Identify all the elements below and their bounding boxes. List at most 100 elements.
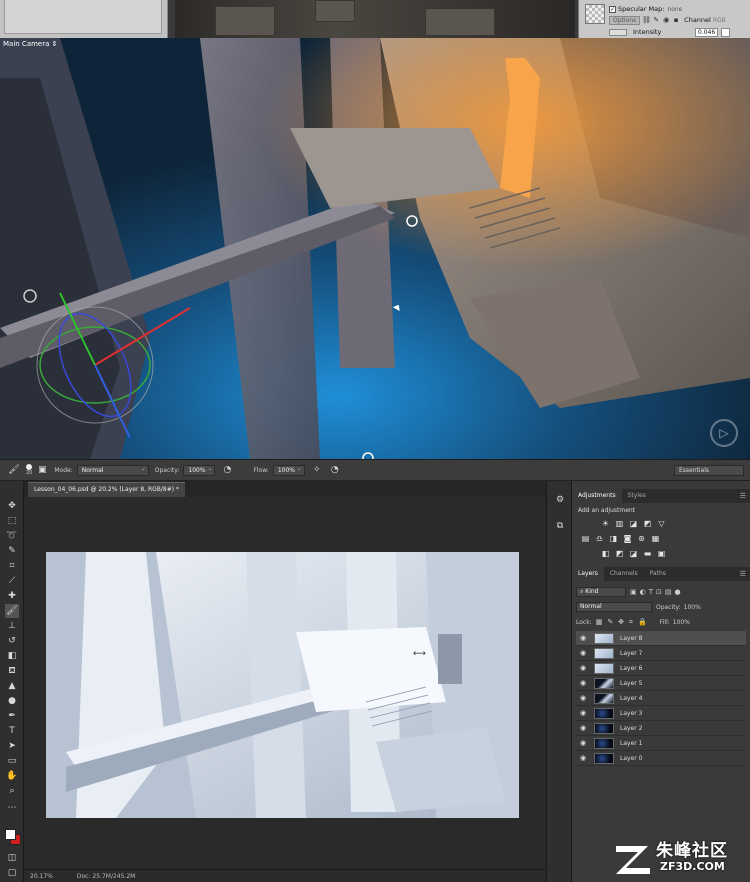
workspace-dropdown[interactable]: Essentials — [674, 465, 744, 476]
history-panel-icon[interactable]: ⧉ — [553, 519, 567, 533]
tab-adjustments[interactable]: Adjustments — [572, 489, 622, 503]
layer-row[interactable]: ◉ Layer 5 — [576, 676, 746, 691]
foreground-color-swatch[interactable] — [5, 829, 16, 840]
document-tab[interactable]: Lesson_04_06.psd @ 20.2% (Layer 8, RGB/8… — [28, 482, 186, 497]
visibility-eye-icon[interactable]: ◉ — [576, 694, 590, 702]
visibility-eye-icon[interactable]: ◉ — [576, 664, 590, 672]
trash-icon[interactable]: ▪ — [672, 16, 680, 24]
airbrush-icon[interactable]: ✧ — [311, 464, 323, 476]
intensity-field[interactable]: 0.046 — [695, 27, 719, 37]
specular-map-thumbnail[interactable] — [585, 4, 605, 24]
properties-panel-icon[interactable]: ⚙ — [553, 493, 567, 507]
options-button[interactable]: Options — [609, 15, 641, 25]
channel-mixer-icon[interactable]: ⊛ — [636, 533, 647, 544]
filter-icons[interactable]: ▣◐T⊡▤● — [630, 588, 684, 596]
black-white-icon[interactable]: ◨ — [608, 533, 619, 544]
quick-mask-icon[interactable]: ◫ — [5, 851, 19, 865]
path-select-icon[interactable]: ➤ — [5, 739, 19, 753]
tab-styles[interactable]: Styles — [622, 489, 652, 503]
visibility-eye-icon[interactable]: ◉ — [576, 709, 590, 717]
pressure-size-icon[interactable]: ◔ — [329, 464, 341, 476]
posterize-icon[interactable]: ◩ — [614, 548, 625, 559]
brightness-icon[interactable]: ☀ — [600, 518, 611, 529]
hand-tool-icon[interactable]: ✋ — [5, 769, 19, 783]
visibility-eye-icon[interactable]: ◉ — [576, 649, 590, 657]
crop-tool-icon[interactable]: ⌗ — [5, 559, 19, 573]
layer-row[interactable]: ◉ Layer 8 — [576, 631, 746, 646]
photo-filter-icon[interactable]: ◙ — [622, 533, 633, 544]
layer-row[interactable]: ◉ Layer 0 — [576, 751, 746, 766]
dodge-tool-icon[interactable]: ● — [5, 694, 19, 708]
zoom-tool-icon[interactable]: ⌕ — [5, 784, 19, 798]
gradient-map-icon[interactable]: ▬ — [642, 548, 653, 559]
document-size[interactable]: Doc: 25.7M/245.2M — [77, 873, 135, 880]
blend-mode-dropdown[interactable]: Normal — [576, 602, 652, 612]
hue-saturation-icon[interactable]: ▤ — [580, 533, 591, 544]
stamp-tool-icon[interactable]: ⊥ — [5, 619, 19, 633]
levels-icon[interactable]: ▥ — [614, 518, 625, 529]
brush-tool-icon[interactable]: 🖌 — [5, 604, 19, 618]
history-brush-icon[interactable]: ↺ — [5, 634, 19, 648]
threshold-icon[interactable]: ◪ — [628, 548, 639, 559]
link-icon[interactable]: ⛓ — [642, 16, 651, 24]
layer-filter-dropdown[interactable]: ⌕ Kind — [576, 587, 626, 597]
layer-row[interactable]: ◉ Layer 1 — [576, 736, 746, 751]
more-tools-icon[interactable]: ⋯ — [5, 801, 19, 815]
curves-icon[interactable]: ◪ — [628, 518, 639, 529]
mode-dropdown[interactable]: Normal — [76, 464, 149, 476]
vibrance-icon[interactable]: ▽ — [656, 518, 667, 529]
tab-layers[interactable]: Layers — [572, 567, 604, 581]
document-canvas[interactable]: ⟷ — [46, 552, 519, 818]
zoom-level[interactable]: 20.17% — [30, 873, 53, 880]
layer-row[interactable]: ◉ Layer 4 — [576, 691, 746, 706]
invert-icon[interactable]: ◧ — [600, 548, 611, 559]
opacity-field[interactable]: 100% — [183, 464, 216, 476]
type-tool-icon[interactable]: T — [5, 724, 19, 738]
move-tool-icon[interactable]: ✥ — [5, 499, 19, 513]
blur-tool-icon[interactable]: ▲ — [5, 679, 19, 693]
eraser-tool-icon[interactable]: ◧ — [5, 649, 19, 663]
channel-value[interactable]: RGB — [713, 17, 726, 24]
eyedropper-tool-icon[interactable]: ⟋ — [5, 574, 19, 588]
document-canvas-area[interactable]: ⟷ — [24, 497, 546, 869]
marquee-tool-icon[interactable]: ⬚ — [5, 514, 19, 528]
eye-icon[interactable]: ◉ — [662, 16, 670, 24]
exposure-icon[interactable]: ◩ — [642, 518, 653, 529]
brush-panel-icon[interactable]: ▣ — [36, 464, 48, 476]
layer-opacity-value[interactable]: 100% — [684, 604, 701, 611]
pencil-icon[interactable]: ✎ — [652, 16, 660, 24]
selective-color-icon[interactable]: ▣ — [656, 548, 667, 559]
scene-view[interactable]: Main Camera ⇕ ▷ — [0, 38, 750, 459]
healing-tool-icon[interactable]: ✚ — [5, 589, 19, 603]
lasso-tool-icon[interactable]: ➰ — [5, 529, 19, 543]
screen-mode-icon[interactable]: ▢ — [5, 866, 19, 880]
visibility-eye-icon[interactable]: ◉ — [576, 679, 590, 687]
pressure-opacity-icon[interactable]: ◔ — [221, 464, 233, 476]
lock-icons[interactable]: ▦✎✥⌗🔒 — [596, 618, 652, 627]
visibility-eye-icon[interactable]: ◉ — [576, 739, 590, 747]
quick-select-tool-icon[interactable]: ✎ — [5, 544, 19, 558]
specular-map-checkbox[interactable]: ✓ — [609, 5, 616, 13]
panel-menu-icon[interactable]: ☰ — [740, 489, 746, 503]
flow-field[interactable]: 100% — [272, 464, 305, 476]
color-balance-icon[interactable]: ♎ — [594, 533, 605, 544]
pen-tool-icon[interactable]: ✒ — [5, 709, 19, 723]
rectangle-tool-icon[interactable]: ▭ — [5, 754, 19, 768]
layer-row[interactable]: ◉ Layer 6 — [576, 661, 746, 676]
panel-menu-icon[interactable]: ☰ — [740, 567, 746, 581]
intensity-color-swatch[interactable] — [721, 27, 731, 37]
color-lookup-icon[interactable]: ▦ — [650, 533, 661, 544]
tab-channels[interactable]: Channels — [604, 567, 644, 581]
layer-row[interactable]: ◉ Layer 3 — [576, 706, 746, 721]
brush-tool-icon[interactable]: 🖌 — [8, 464, 20, 476]
layer-row[interactable]: ◉ Layer 7 — [576, 646, 746, 661]
intensity-slider[interactable] — [609, 28, 627, 36]
fill-value[interactable]: 100% — [673, 619, 690, 626]
visibility-eye-icon[interactable]: ◉ — [576, 724, 590, 732]
layer-row[interactable]: ◉ Layer 2 — [576, 721, 746, 736]
paint-bucket-icon[interactable]: ⛾ — [5, 664, 19, 678]
camera-dropdown[interactable]: Main Camera ⇕ — [3, 40, 58, 48]
tab-paths[interactable]: Paths — [644, 567, 672, 581]
visibility-eye-icon[interactable]: ◉ — [576, 634, 590, 642]
visibility-eye-icon[interactable]: ◉ — [576, 754, 590, 762]
